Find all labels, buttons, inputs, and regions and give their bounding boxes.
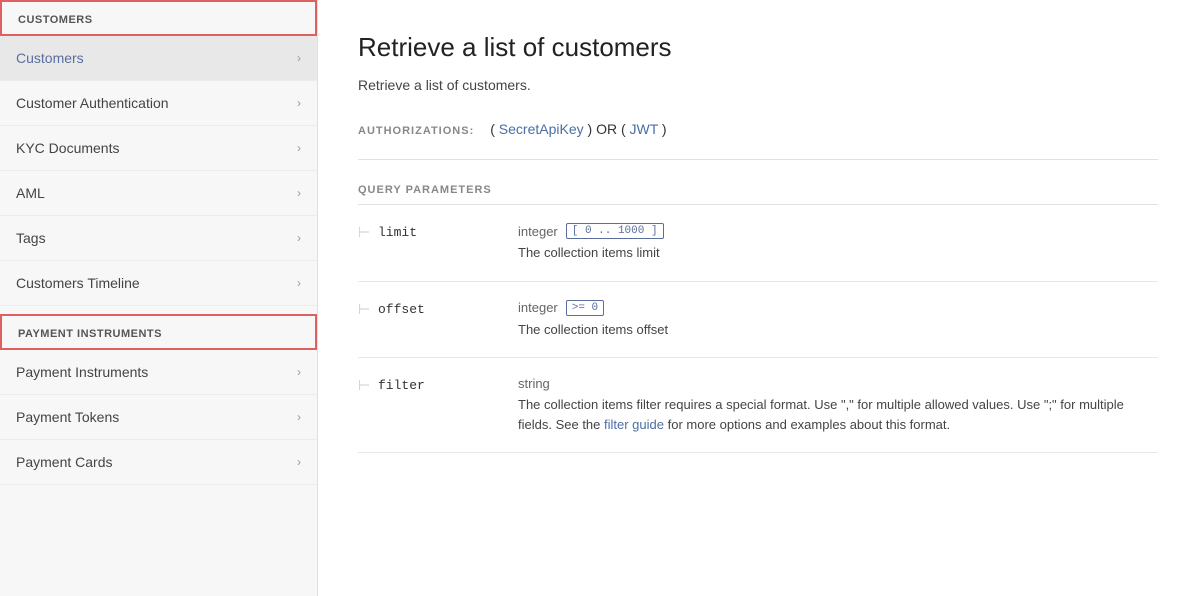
chevron-right-icon: › [297, 231, 301, 245]
tree-branch-icon: ⊢ [358, 225, 370, 239]
tree-branch-icon: ⊢ [358, 378, 370, 392]
main-content: Retrieve a list of customers Retrieve a … [318, 0, 1198, 596]
tree-branch-icon: ⊢ [358, 302, 370, 316]
param-name-limit: limit [378, 223, 518, 240]
param-indent: ⊢ [358, 300, 378, 316]
chevron-right-icon: › [297, 276, 301, 290]
chevron-right-icon: › [297, 410, 301, 424]
param-indent: ⊢ [358, 376, 378, 392]
auth-value: ( SecretApiKey ) OR ( JWT ) [490, 121, 666, 137]
payment-instruments-section-header: PAYMENT INSTRUMENTS [0, 314, 317, 350]
sidebar-item-label: Tags [16, 230, 46, 246]
secret-api-key-link[interactable]: SecretApiKey [499, 121, 584, 137]
sidebar-item-aml[interactable]: AML › [0, 171, 317, 216]
param-desc-limit: The collection items limit [518, 243, 1158, 263]
jwt-link[interactable]: JWT [630, 121, 659, 137]
sidebar-item-tags[interactable]: Tags › [0, 216, 317, 261]
auth-middle: ) OR ( [584, 121, 630, 137]
param-details-limit: integer [ 0 .. 1000 ] The collection ite… [518, 223, 1158, 263]
sidebar-item-label: Payment Cards [16, 454, 112, 470]
page-title: Retrieve a list of customers [358, 32, 1158, 63]
param-row-offset: ⊢ offset integer >= 0 The collection ite… [358, 282, 1158, 359]
sidebar-item-label: AML [16, 185, 45, 201]
param-name-filter: filter [378, 376, 518, 393]
sidebar: CUSTOMERS Customers › Customer Authentic… [0, 0, 318, 596]
param-type-filter: string [518, 376, 1158, 391]
authorizations-label: AUTHORIZATIONS: [358, 125, 474, 141]
auth-before: ( [490, 121, 499, 137]
param-type-limit: integer [ 0 .. 1000 ] [518, 223, 1158, 239]
chevron-right-icon: › [297, 51, 301, 65]
sidebar-item-payment-instruments[interactable]: Payment Instruments › [0, 350, 317, 395]
sidebar-item-label: Payment Tokens [16, 409, 119, 425]
customers-section-header: CUSTOMERS [0, 0, 317, 36]
sidebar-item-payment-tokens[interactable]: Payment Tokens › [0, 395, 317, 440]
chevron-right-icon: › [297, 365, 301, 379]
filter-guide-link[interactable]: filter guide [604, 417, 664, 432]
sidebar-item-label: Customers Timeline [16, 275, 140, 291]
param-details-filter: string The collection items filter requi… [518, 376, 1158, 434]
sidebar-item-label: Customers [16, 50, 84, 66]
chevron-right-icon: › [297, 96, 301, 110]
param-type-offset: integer >= 0 [518, 300, 1158, 316]
param-desc-offset: The collection items offset [518, 320, 1158, 340]
param-details-offset: integer >= 0 The collection items offset [518, 300, 1158, 340]
page-description: Retrieve a list of customers. [358, 77, 1158, 93]
param-row-filter: ⊢ filter string The collection items fil… [358, 358, 1158, 453]
param-row-limit: ⊢ limit integer [ 0 .. 1000 ] The collec… [358, 205, 1158, 282]
authorizations-row: AUTHORIZATIONS: ( SecretApiKey ) OR ( JW… [358, 121, 1158, 160]
sidebar-item-customer-authentication[interactable]: Customer Authentication › [0, 81, 317, 126]
param-desc-filter: The collection items filter requires a s… [518, 395, 1158, 434]
auth-after: ) [658, 121, 667, 137]
sidebar-item-payment-cards[interactable]: Payment Cards › [0, 440, 317, 485]
sidebar-item-customers[interactable]: Customers › [0, 36, 317, 81]
param-indent: ⊢ [358, 223, 378, 239]
sidebar-item-kyc-documents[interactable]: KYC Documents › [0, 126, 317, 171]
sidebar-item-label: Payment Instruments [16, 364, 148, 380]
sidebar-item-label: KYC Documents [16, 140, 119, 156]
param-name-offset: offset [378, 300, 518, 317]
sidebar-item-label: Customer Authentication [16, 95, 169, 111]
chevron-right-icon: › [297, 141, 301, 155]
query-params-header: QUERY PARAMETERS [358, 184, 1158, 205]
chevron-right-icon: › [297, 455, 301, 469]
chevron-right-icon: › [297, 186, 301, 200]
param-badge-limit: [ 0 .. 1000 ] [566, 223, 664, 239]
param-badge-offset: >= 0 [566, 300, 604, 316]
sidebar-item-customers-timeline[interactable]: Customers Timeline › [0, 261, 317, 306]
